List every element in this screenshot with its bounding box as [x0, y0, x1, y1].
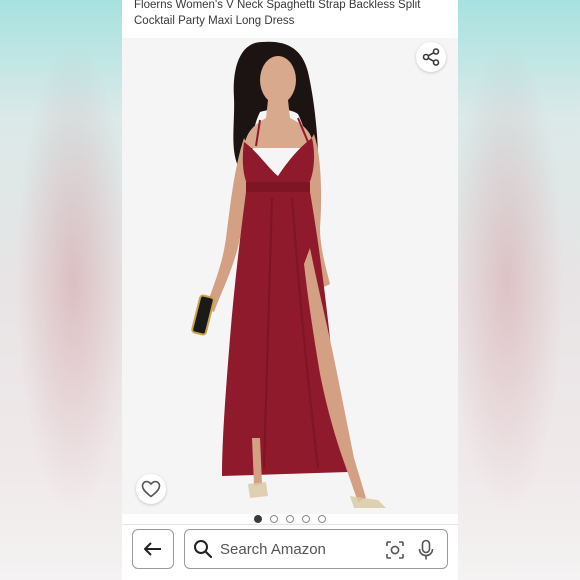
gallery-dot[interactable]: [254, 515, 262, 523]
gallery-dot[interactable]: [286, 515, 294, 523]
wishlist-heart-button[interactable]: [136, 474, 166, 504]
share-icon: [422, 48, 440, 66]
share-button[interactable]: [416, 42, 446, 72]
product-title: Floerns Women's V Neck Spaghetti Strap B…: [134, 0, 421, 27]
product-photo[interactable]: [122, 38, 458, 514]
back-button[interactable]: [132, 529, 174, 569]
back-arrow-icon: [144, 542, 161, 556]
search-icon: [193, 539, 213, 559]
bottom-search-bar: [122, 524, 458, 580]
product-image-gallery[interactable]: [122, 38, 458, 514]
gallery-pagination: [122, 514, 458, 524]
blurred-backdrop-left: [0, 0, 122, 580]
camera-lens-icon[interactable]: [385, 540, 405, 560]
search-input[interactable]: [220, 540, 370, 558]
search-box[interactable]: [184, 529, 448, 569]
gallery-dot[interactable]: [318, 515, 326, 523]
heart-icon: [141, 480, 161, 498]
blurred-backdrop-right: [458, 0, 580, 580]
gallery-dot[interactable]: [270, 515, 278, 523]
gallery-dot[interactable]: [302, 515, 310, 523]
microphone-icon[interactable]: [417, 539, 435, 561]
product-page: Floerns Women's V Neck Spaghetti Strap B…: [122, 0, 458, 580]
